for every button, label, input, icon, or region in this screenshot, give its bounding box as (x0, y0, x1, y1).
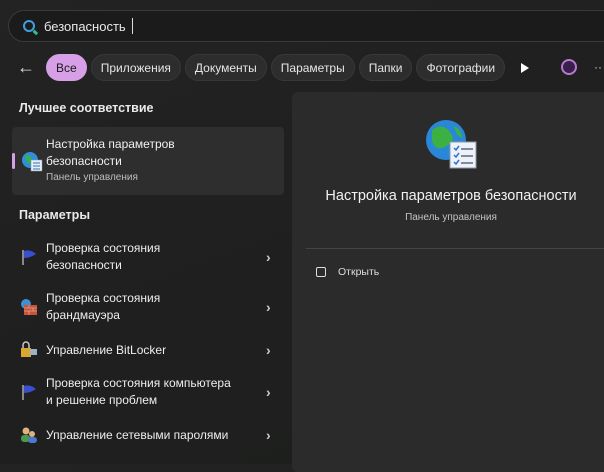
list-item-pc-health[interactable]: Проверка состояния компьютера и решение п… (12, 375, 284, 409)
flag-icon (12, 248, 46, 266)
best-match-title: Настройка параметров безопасности (46, 137, 175, 168)
security-settings-large-icon (426, 120, 477, 169)
list-item-firewall-status[interactable]: Проверка состояния брандмауэра › (12, 290, 284, 324)
preview-title: Настройка параметров безопасности (325, 188, 577, 204)
filter-photos[interactable]: Фотографии (416, 54, 506, 81)
filter-apps[interactable]: Приложения (90, 54, 181, 81)
play-icon[interactable] (521, 62, 530, 73)
divider (306, 248, 604, 249)
text-caret (131, 18, 133, 34)
flag-icon (12, 383, 46, 401)
selection-indicator (12, 153, 15, 169)
chevron-right-icon: › (266, 299, 271, 315)
bitlocker-icon (12, 341, 46, 359)
chevron-right-icon: › (266, 249, 271, 265)
users-icon (12, 426, 46, 444)
open-external-icon (316, 267, 326, 277)
back-arrow-icon[interactable]: ← (14, 57, 38, 78)
best-match-subtitle: Панель управления (46, 172, 138, 183)
search-box[interactable]: безопасность (8, 10, 604, 42)
avatar[interactable] (561, 59, 577, 75)
filter-bar: ← Все Приложения Документы Параметры Пап… (14, 54, 530, 81)
more-icon[interactable]: ·· (594, 60, 602, 74)
chevron-right-icon: › (266, 384, 271, 400)
filter-settings[interactable]: Параметры (270, 54, 355, 81)
filter-all[interactable]: Все (46, 54, 87, 81)
settings-heading: Параметры (19, 208, 90, 222)
best-match-item[interactable]: Настройка параметров безопасности Панель … (12, 127, 284, 195)
firewall-icon (12, 298, 46, 316)
chevron-right-icon: › (266, 342, 271, 358)
search-icon (23, 20, 35, 32)
security-settings-icon (22, 152, 43, 172)
list-item-bitlocker[interactable]: Управление BitLocker › (12, 341, 284, 359)
open-button[interactable]: Открыть (316, 266, 379, 278)
list-item-security-status[interactable]: Проверка состояния безопасности › (12, 240, 284, 274)
chevron-right-icon: › (266, 427, 271, 443)
preview-subtitle: Панель управления (405, 212, 497, 223)
list-item-network-passwords[interactable]: Управление сетевыми паролями › (12, 426, 284, 444)
preview-panel: Настройка параметров безопасности Панель… (292, 92, 604, 472)
search-input[interactable]: безопасность (44, 19, 126, 34)
best-match-heading: Лучшее соответствие (19, 101, 154, 115)
filter-documents[interactable]: Документы (184, 54, 267, 81)
filter-folders[interactable]: Папки (358, 54, 413, 81)
